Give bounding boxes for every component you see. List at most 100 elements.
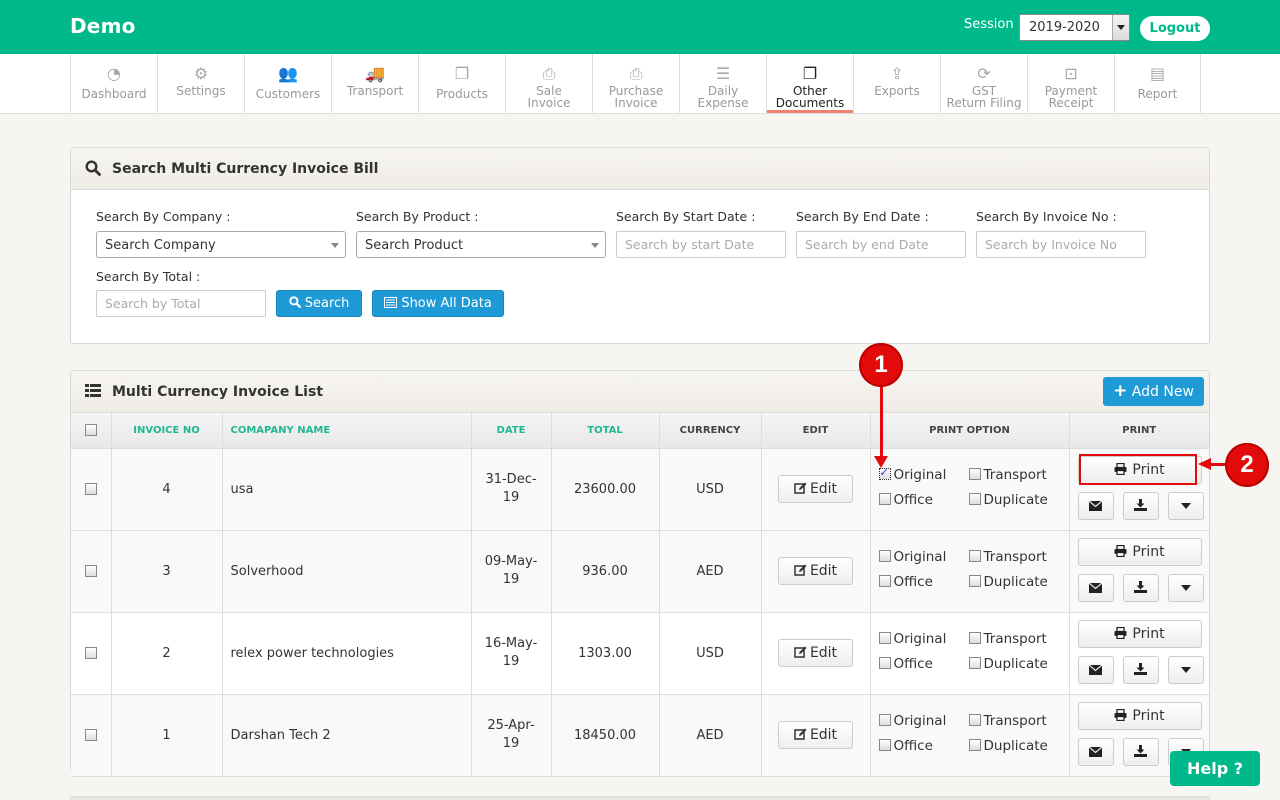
select-all-checkbox[interactable] — [84, 424, 97, 437]
column-header-currency: CURRENCY — [659, 413, 762, 449]
edit-button[interactable]: Edit — [778, 557, 853, 585]
print-button[interactable]: Print — [1077, 619, 1202, 648]
annotation-arrow-2-line — [1210, 463, 1226, 466]
product-select-value: Search Product — [365, 238, 464, 253]
annotation-arrow-1-line — [880, 385, 883, 463]
nav-item-label: Customers — [255, 87, 321, 101]
print-option-checkbox[interactable] — [968, 714, 981, 726]
print-button[interactable]: Print — [1077, 701, 1202, 730]
print-option-transport[interactable]: Transport — [968, 549, 1047, 565]
print-option-checkbox[interactable] — [968, 575, 981, 587]
print-option-office[interactable]: Office — [878, 656, 933, 672]
email-button[interactable] — [1077, 491, 1114, 520]
column-header-company-name[interactable]: COMAPANY NAME — [222, 413, 472, 449]
edit-button[interactable]: Edit — [778, 639, 853, 667]
total-input[interactable] — [96, 290, 266, 317]
download-button[interactable] — [1122, 491, 1159, 520]
print-option-checkbox[interactable] — [878, 493, 891, 505]
more-options-dropdown[interactable] — [1167, 655, 1204, 684]
nav-item-payment-receipt[interactable]: ⊡ Payment Receipt — [1027, 54, 1114, 113]
print-option-original[interactable]: Original — [878, 466, 946, 483]
print-option-checkbox[interactable] — [968, 550, 981, 562]
row-select-checkbox[interactable] — [84, 729, 97, 741]
print-option-checkbox[interactable] — [968, 632, 981, 644]
nav-item-settings[interactable]: ⚙ Settings — [157, 54, 244, 113]
print-option-office[interactable]: Office — [878, 738, 933, 754]
chevron-down-icon[interactable] — [1112, 15, 1129, 40]
session-select[interactable]: 2019-2020 — [1019, 14, 1130, 41]
nav-item-dashboard[interactable]: ◔ Dashboard — [70, 54, 157, 113]
table-row: 4usa 31-Dec-19 23600.00USD Edit Original Tran… — [71, 448, 1209, 531]
list-panel-title: Multi Currency Invoice List — [112, 384, 324, 400]
search-panel: Search Multi Currency Invoice Bill Searc… — [70, 147, 1210, 344]
company-select[interactable]: Search Company — [96, 231, 346, 258]
download-button[interactable] — [1122, 737, 1159, 766]
print-option-duplicate[interactable]: Duplicate — [968, 574, 1048, 590]
nav-item-daily-expense[interactable]: ☰ Daily Expense — [679, 54, 766, 113]
print-option-office[interactable]: Office — [878, 492, 933, 508]
nav-item-other-documents[interactable]: ❐ Other Documents — [766, 54, 853, 113]
print-option-checkbox[interactable] — [878, 550, 891, 562]
total-cell: 18450.00 — [551, 694, 660, 777]
nav-item-transport[interactable]: 🚚 Transport — [331, 54, 418, 113]
edit-button[interactable]: Edit — [778, 475, 853, 503]
nav-item-report[interactable]: ▤ Report — [1114, 54, 1201, 113]
print-option-transport[interactable]: Transport — [968, 713, 1047, 729]
email-button[interactable] — [1077, 655, 1114, 684]
nav-item-exports[interactable]: ⇪ Exports — [853, 54, 940, 113]
email-button[interactable] — [1077, 573, 1114, 602]
row-select-checkbox[interactable] — [84, 647, 97, 659]
print-option-checkbox[interactable] — [968, 739, 981, 751]
print-option-original[interactable]: Original — [878, 631, 946, 647]
print-option-transport[interactable]: Transport — [968, 631, 1047, 647]
print-option-original[interactable]: Original — [878, 549, 946, 565]
print-option-checkbox[interactable] — [878, 466, 891, 480]
print-option-checkbox[interactable] — [878, 632, 891, 644]
nav-item-products[interactable]: ❒ Products — [418, 54, 505, 113]
print-option-checkbox[interactable] — [878, 739, 891, 751]
column-header-total[interactable]: TOTAL — [551, 413, 660, 449]
row-select-checkbox[interactable] — [84, 565, 97, 577]
print-option-transport[interactable]: Transport — [968, 467, 1047, 483]
annotation-marker-1: 1 — [859, 343, 903, 387]
print-button[interactable]: Print — [1077, 537, 1202, 566]
print-option-checkbox[interactable] — [968, 657, 981, 669]
print-option-checkbox[interactable] — [878, 575, 891, 587]
end-date-input[interactable] — [796, 231, 966, 258]
date-value: 09-May-19 — [484, 554, 538, 587]
print-option-checkbox[interactable] — [968, 493, 981, 505]
product-select[interactable]: Search Product — [356, 231, 606, 258]
download-button[interactable] — [1122, 573, 1159, 602]
company-name-cell: Solverhood — [222, 530, 472, 613]
invoice-no-input[interactable] — [976, 231, 1146, 258]
nav-item-customers[interactable]: 👥 Customers — [244, 54, 331, 113]
print-option-duplicate[interactable]: Duplicate — [968, 738, 1048, 754]
nav-item-gst-return-filing[interactable]: ⟳ GST Return Filing — [940, 54, 1027, 113]
column-header-date[interactable]: DATE — [471, 413, 552, 449]
edit-button[interactable]: Edit — [778, 721, 853, 749]
print-option-office[interactable]: Office — [878, 574, 933, 590]
print-option-duplicate[interactable]: Duplicate — [968, 656, 1048, 672]
column-header-invoice-no[interactable]: INVOICE NO — [111, 413, 223, 449]
print-options-group: Original Transport Office Duplicate — [871, 541, 1069, 601]
print-option-checkbox[interactable] — [878, 714, 891, 726]
more-options-dropdown[interactable] — [1167, 573, 1204, 602]
add-new-button[interactable]: + Add New — [1103, 377, 1204, 406]
print-option-duplicate[interactable]: Duplicate — [968, 492, 1048, 508]
logout-button[interactable]: Logout — [1140, 16, 1210, 41]
nav-item-sale-invoice[interactable]: ⎙ Sale Invoice — [505, 54, 592, 113]
help-button[interactable]: Help ? — [1170, 751, 1260, 786]
print-option-checkbox[interactable] — [968, 468, 981, 480]
print-option-original[interactable]: Original — [878, 713, 946, 729]
nav-item-purchase-invoice[interactable]: ⎙ Purchase Invoice — [592, 54, 679, 113]
more-options-dropdown[interactable] — [1167, 491, 1204, 520]
email-button[interactable] — [1077, 737, 1114, 766]
next-panel-edge — [70, 796, 1210, 800]
search-button[interactable]: Search — [276, 290, 362, 317]
download-button[interactable] — [1122, 655, 1159, 684]
print-option-checkbox[interactable] — [878, 657, 891, 669]
print-actions: Print — [1070, 613, 1210, 694]
row-select-checkbox[interactable] — [84, 483, 97, 495]
start-date-input[interactable] — [616, 231, 786, 258]
show-all-data-button[interactable]: Show All Data — [372, 290, 504, 317]
